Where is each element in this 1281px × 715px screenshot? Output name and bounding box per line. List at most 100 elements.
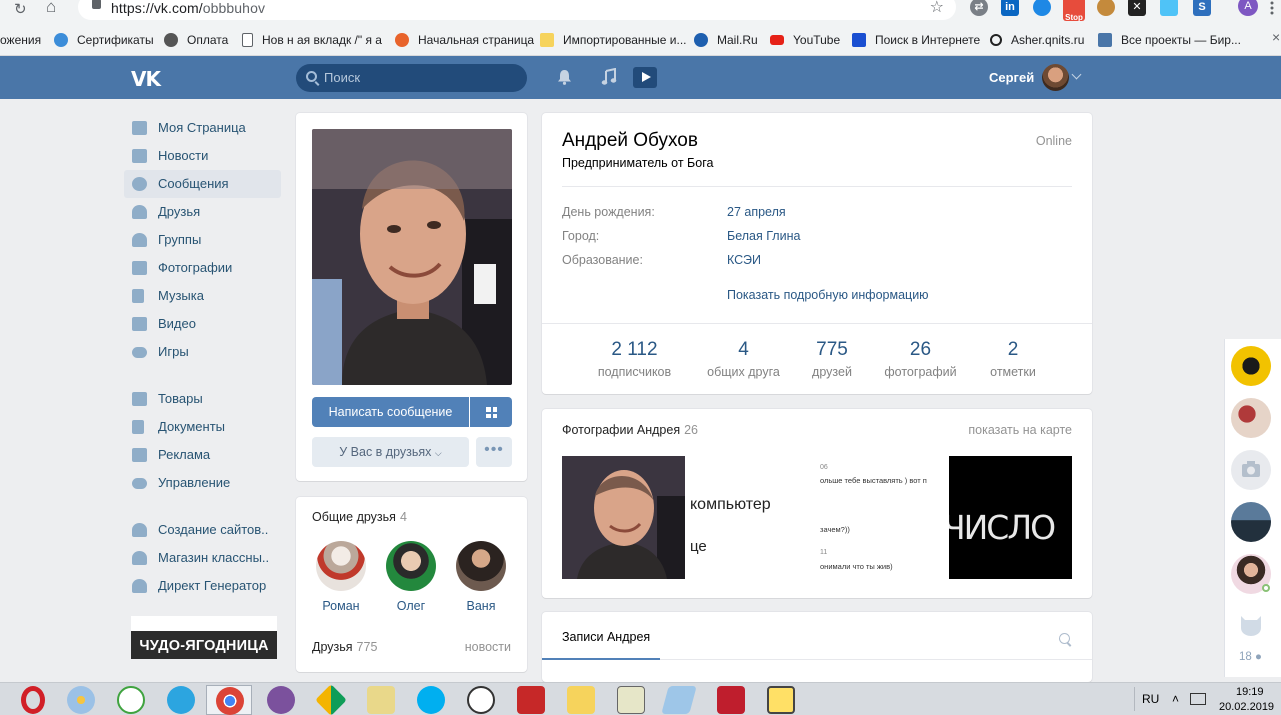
browser-profile-avatar[interactable]: A — [1238, 0, 1258, 16]
notifications-bell-icon[interactable] — [557, 69, 572, 85]
online-friends-count[interactable]: 18 ● — [1239, 651, 1262, 663]
taskbar-chrome[interactable] — [206, 685, 252, 715]
stop-extension-icon[interactable]: Stop — [1063, 0, 1085, 22]
tray-expand-icon[interactable]: ˄ — [1172, 692, 1179, 706]
bookmark-payment[interactable]: Оплата — [164, 31, 228, 49]
bookmark-asher[interactable]: Asher.qnits.ru — [990, 31, 1084, 49]
photo-thumb[interactable]: 06 ольше тебе выставлять ) вот п зачем?)… — [815, 456, 938, 579]
chat-avatar[interactable] — [1231, 502, 1271, 542]
promo-banner[interactable]: ЧУДО-ЯГОДНИЦА — [131, 616, 277, 659]
counter-tags[interactable]: 2 отметки — [983, 339, 1043, 379]
nav-messages[interactable]: Сообщения — [124, 170, 281, 198]
nav-documents[interactable]: Документы — [124, 413, 281, 441]
nav-groups[interactable]: Группы — [124, 226, 281, 254]
taskbar-app-blue[interactable] — [656, 685, 702, 715]
language-indicator[interactable]: RU — [1142, 692, 1159, 706]
bookmark-web-search[interactable]: Поиск в Интернете — [852, 31, 980, 49]
nav-ads[interactable]: Реклама — [124, 441, 281, 469]
close-icon[interactable]: × — [1272, 29, 1280, 45]
nav-app-shop[interactable]: Магазин классны.. — [124, 544, 281, 572]
bookmark-new-tab[interactable]: Нов н ая вкладк /" я а — [242, 31, 382, 49]
user-avatar[interactable] — [1042, 64, 1069, 91]
nav-news[interactable]: Новости — [124, 142, 281, 170]
network-icon[interactable] — [1190, 693, 1206, 705]
bookmark-start-page[interactable]: Начальная страница — [395, 31, 534, 49]
taskbar-paint[interactable] — [58, 685, 104, 715]
taskbar-viber[interactable] — [258, 685, 304, 715]
taskbar-telegram[interactable] — [158, 685, 204, 715]
counter-photos[interactable]: 26 фотографий — [881, 339, 960, 379]
bookmark-all-projects[interactable]: Все проекты — Бир... — [1098, 31, 1241, 49]
nav-my-page[interactable]: Моя Страница — [124, 114, 281, 142]
browser-menu-icon[interactable] — [1270, 1, 1274, 15]
cloud-icon[interactable] — [1033, 0, 1051, 16]
taskbar-filezilla[interactable] — [708, 685, 754, 715]
clock-date[interactable]: 20.02.2019 — [1219, 701, 1274, 713]
nav-goods[interactable]: Товары — [124, 385, 281, 413]
bookmark-apps[interactable]: ожения — [0, 31, 41, 49]
bookmark-star-icon[interactable]: ☆ — [930, 0, 944, 17]
cookie-icon[interactable] — [1097, 0, 1115, 16]
counter-friends[interactable]: 775 друзей — [808, 339, 856, 379]
taskbar-app-j2[interactable] — [458, 685, 504, 715]
bookmark-mailru[interactable]: Mail.Ru — [694, 31, 758, 49]
counter-followers[interactable]: 2 112 подписчиков — [594, 339, 675, 379]
bookmark-certificates[interactable]: Сертификаты — [54, 31, 154, 49]
show-on-map-link[interactable]: показать на карте — [968, 423, 1072, 437]
taskbar-search-tool[interactable] — [758, 685, 804, 715]
vk-logo-icon[interactable]: VK — [131, 67, 167, 91]
music-icon[interactable] — [601, 68, 617, 86]
user-name[interactable]: Сергей — [989, 70, 1034, 85]
chat-avatar[interactable] — [1231, 398, 1271, 438]
bookmark-imported[interactable]: Импортированные и... — [540, 31, 687, 49]
taskbar-explorer[interactable] — [558, 685, 604, 715]
tab-wall-posts[interactable]: Записи Андрея — [542, 612, 660, 660]
bookmark-youtube[interactable]: YouTube — [770, 31, 840, 49]
taskbar-skype[interactable] — [408, 685, 454, 715]
nav-photos[interactable]: Фотографии — [124, 254, 281, 282]
common-friends-header[interactable]: Общие друзья 4 — [312, 510, 407, 524]
info-value-link[interactable]: 27 апреля — [727, 205, 786, 219]
friends-news-link[interactable]: новости — [465, 640, 511, 654]
taskbar-notes[interactable] — [358, 685, 404, 715]
profile-photo[interactable] — [312, 129, 512, 385]
photo-thumb[interactable] — [562, 456, 685, 579]
nav-app-sites[interactable]: Создание сайтов.. — [124, 516, 281, 544]
friend-item[interactable]: Олег — [381, 541, 441, 613]
play-icon[interactable] — [633, 67, 657, 88]
address-bar[interactable]: https://vk.com/obbbuhov ☆ — [78, 0, 956, 20]
show-more-info-link[interactable]: Показать подробную информацию — [727, 288, 929, 302]
more-actions-button[interactable]: ••• — [476, 437, 512, 467]
nav-music[interactable]: Музыка — [124, 282, 281, 310]
friend-status-dropdown[interactable]: У Вас в друзьях ⌵ — [312, 437, 469, 467]
gift-button[interactable] — [470, 397, 512, 427]
write-message-button[interactable]: Написать сообщение — [312, 397, 469, 427]
taskbar-app-blocks[interactable] — [308, 684, 354, 715]
chat-avatar[interactable] — [1231, 450, 1271, 490]
chat-avatar[interactable] — [1231, 346, 1271, 386]
home-icon[interactable]: ⌂ — [46, 0, 56, 17]
friend-item[interactable]: Ваня — [451, 541, 511, 613]
nav-manage[interactable]: Управление — [124, 469, 281, 497]
nav-games[interactable]: Игры — [124, 338, 281, 366]
info-value-link[interactable]: КСЭИ — [727, 253, 761, 267]
clock-time[interactable]: 19:19 — [1236, 686, 1264, 698]
friends-header[interactable]: Друзья 775 — [312, 640, 377, 654]
linkedin-icon[interactable]: in — [1001, 0, 1019, 16]
taskbar-app-j[interactable] — [108, 685, 154, 715]
nav-friends[interactable]: Друзья — [124, 198, 281, 226]
chat-avatar[interactable] — [1231, 604, 1271, 644]
counter-mutual-friends[interactable]: 4 общих друга — [701, 339, 786, 379]
nav-app-direct[interactable]: Директ Генератор — [124, 572, 281, 600]
x-extension-icon[interactable]: ✕ — [1128, 0, 1146, 16]
reload-icon[interactable]: ↻ — [14, 0, 27, 18]
extension-sync-icon[interactable]: ⇄ — [970, 0, 988, 16]
photo-thumb[interactable]: ЧИСЛО — [949, 456, 1072, 579]
s-extension-icon[interactable]: S — [1193, 0, 1211, 16]
friend-item[interactable]: Роман — [311, 541, 371, 613]
photo-thumb[interactable]: компьютер це — [688, 456, 811, 579]
info-value-link[interactable]: Белая Глина — [727, 229, 800, 243]
nav-video[interactable]: Видео — [124, 310, 281, 338]
photos-header[interactable]: Фотографии Андрея 26 — [562, 423, 698, 437]
feather-extension-icon[interactable] — [1160, 0, 1178, 16]
